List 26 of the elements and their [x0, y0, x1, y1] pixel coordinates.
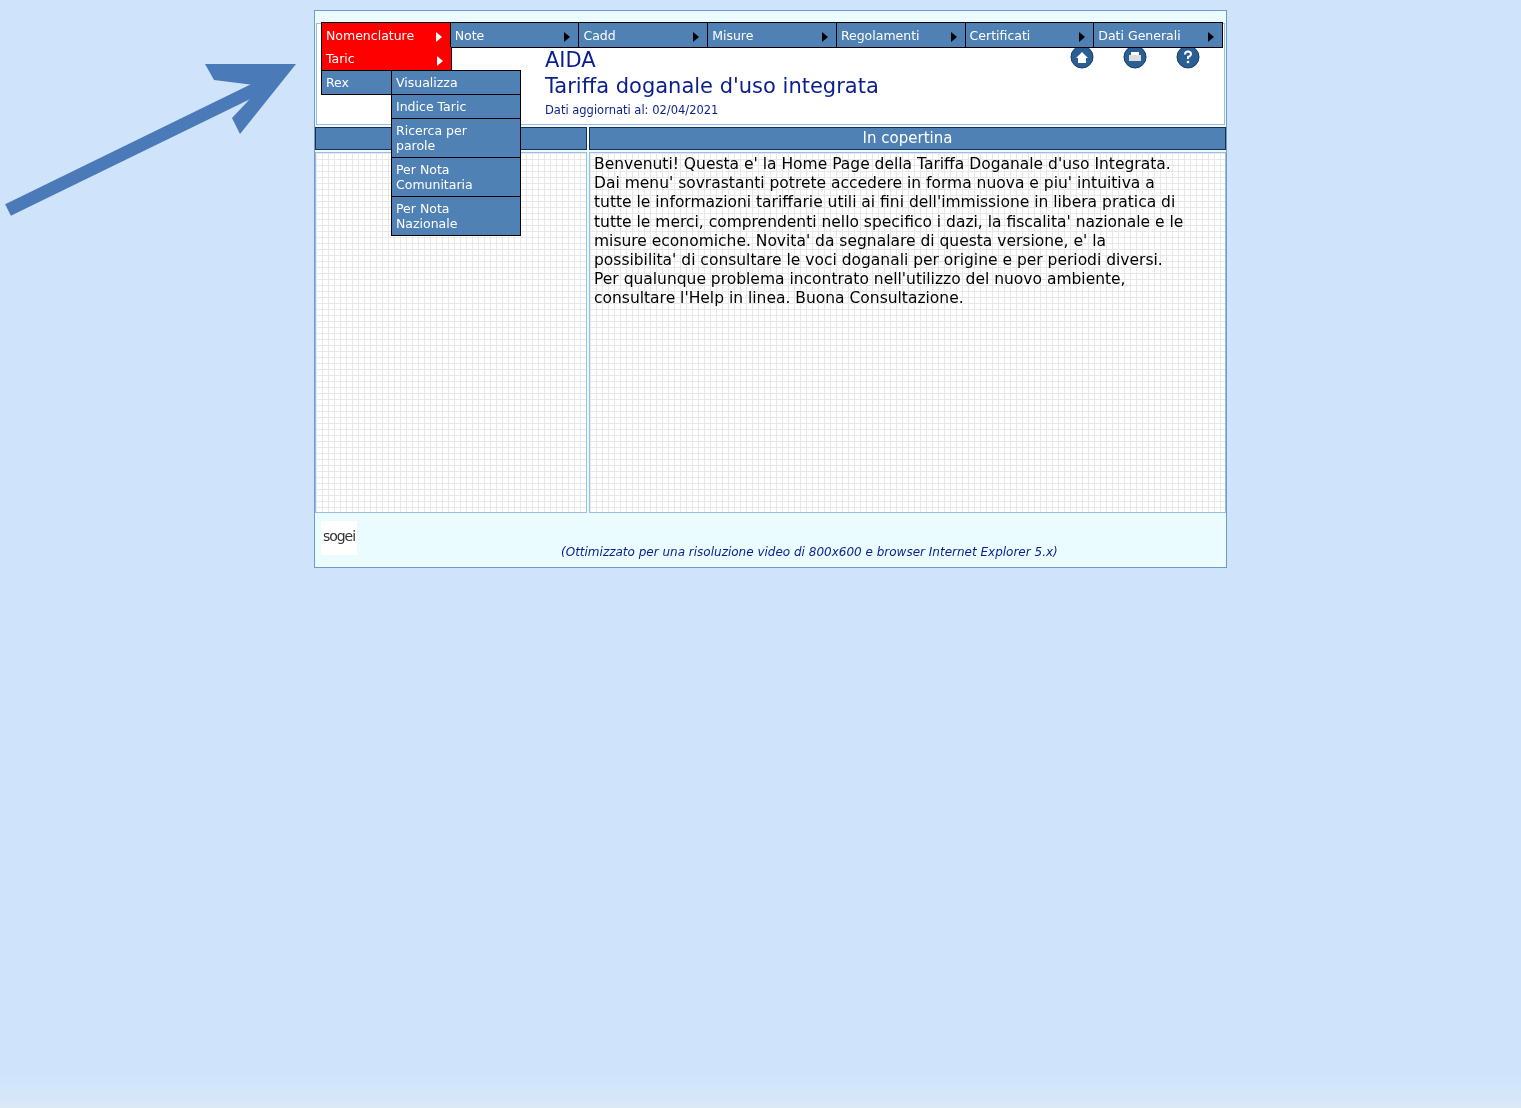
resolution-note: (Ottimizzato per una risoluzione video di 800x600 e browser Internet Explorer 5.x) [561, 545, 1058, 559]
welcome-text: Benvenuti! Questa e' la Home Page della Tariffa Doganale d'uso Integrata. Dai menu' sovrastanti potrete accedere in forma nuova e piu' intuitiva a tutte le informazioni tariffarie utili ai fini dell'immissione in libera pratica di tutte le merci, comprendenti nello specifico i dazi, la fiscalita' nazionale e le misure economiche. Novita' da segnalare di questa versione, e' la possibilita' di consultare le voci doganali per origine e per periodi diversi. Per qualunque problema incontrato nell'utilizzo del nuovo ambiente, consultare l'Help in linea. Buona Consultazione. [593, 154, 1185, 310]
app-name: AIDA [545, 48, 597, 72]
submenu-arrow-icon [1208, 32, 1215, 42]
logo: sogei [321, 521, 357, 555]
menu-item[interactable]: Note [450, 23, 580, 47]
submenu-arrow-icon [821, 32, 828, 42]
print-icon[interactable] [1123, 45, 1147, 69]
submenu-arrow-icon [435, 32, 442, 42]
section-heading: In copertina [589, 127, 1226, 150]
update-date: Dati aggiornati al: 02/04/2021 [545, 103, 720, 117]
submenu-arrow-icon [1079, 32, 1086, 42]
submenu-arrow-icon [437, 55, 443, 66]
menu-item[interactable]: Taric [322, 47, 451, 71]
menu-item[interactable]: Cadd [579, 23, 709, 47]
submenu-arrow-icon [564, 32, 571, 42]
menu-item[interactable]: Regolamenti [836, 23, 966, 47]
menu-item[interactable]: Dati Generali [1094, 23, 1223, 47]
page-title: Tariffa doganale d'uso integrata [545, 73, 879, 100]
menu-item[interactable]: Misure [708, 23, 837, 47]
submenu-arrow-icon [950, 32, 957, 42]
submenu-arrow-icon [693, 32, 700, 42]
help-icon[interactable] [1176, 45, 1200, 69]
menu-item[interactable]: Nomenclature [322, 23, 451, 47]
home-icon[interactable] [1070, 45, 1094, 69]
menu-item[interactable]: Certificati [965, 23, 1095, 47]
